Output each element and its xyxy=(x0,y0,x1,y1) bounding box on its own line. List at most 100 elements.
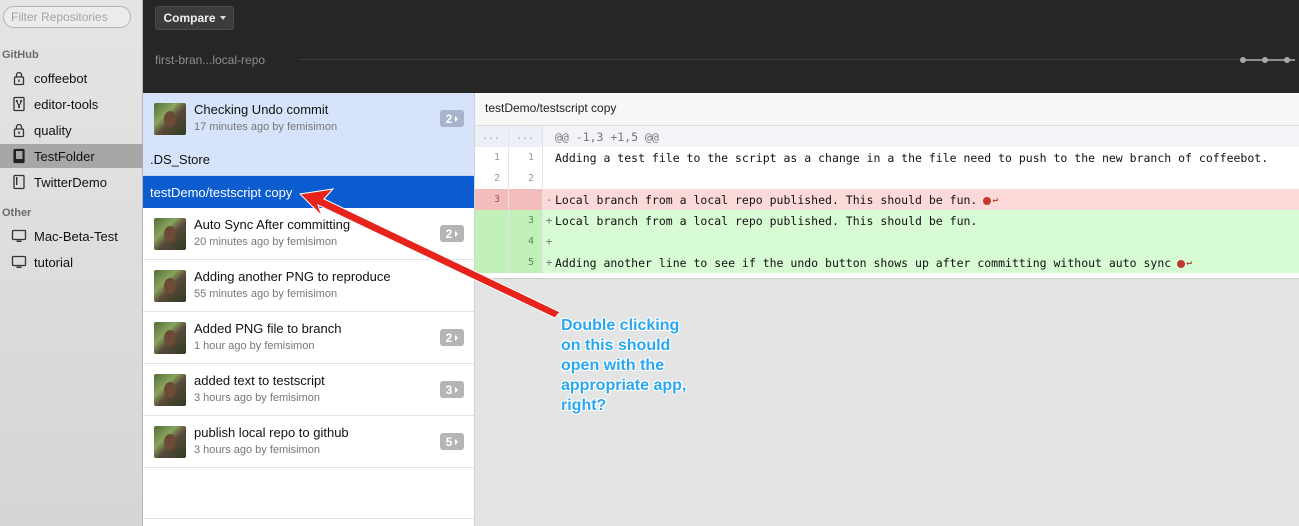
diff-line-context[interactable]: 1 1 Adding a test file to the script as … xyxy=(475,147,1299,168)
diff-file-title: testDemo/testscript copy xyxy=(475,93,1299,126)
diff-hunk-header: ... ... @@ -1,3 +1,5 @@ xyxy=(475,126,1299,147)
old-line-number: 3 xyxy=(475,189,509,210)
commit-row[interactable]: Adding another PNG to reproduce 55 minut… xyxy=(143,260,474,312)
commit-meta: 55 minutes ago by femisimon xyxy=(194,288,338,300)
changed-file-item-selected[interactable]: testDemo/testscript copy xyxy=(143,176,474,208)
commit-meta: 20 minutes ago by femisimon xyxy=(194,236,338,248)
sidebar-item-label: editor-tools xyxy=(34,96,99,112)
chevron-down-icon xyxy=(219,16,226,20)
avatar xyxy=(154,426,186,458)
compare-button-label: Compare xyxy=(163,11,216,25)
commit-row[interactable]: added text to testscript 3 hours ago by … xyxy=(143,364,474,416)
sidebar-item-twitterdemo[interactable]: TwitterDemo xyxy=(0,170,143,194)
changed-files-badge[interactable]: 3 xyxy=(440,381,464,398)
changed-file-name: .DS_Store xyxy=(150,152,210,167)
timeline-commit-dot[interactable] xyxy=(1262,57,1268,63)
diff-line-added[interactable]: 5 + Adding another line to see if the un… xyxy=(475,252,1299,273)
section-label-other: Other xyxy=(2,207,32,219)
avatar xyxy=(154,374,186,406)
sidebar-item-label: TestFolder xyxy=(34,148,95,164)
changed-files-count: 2 xyxy=(445,111,453,126)
branch-comparison-label: first-bran...local-repo xyxy=(155,53,266,67)
diff-line-added[interactable]: 4 + xyxy=(475,231,1299,252)
no-newline-icon xyxy=(983,196,992,205)
avatar xyxy=(154,322,186,354)
annotation-text: Double clicking on this should open with… xyxy=(561,317,687,414)
changed-file-item[interactable]: .DS_Store xyxy=(143,144,474,176)
old-line-number: 1 xyxy=(475,147,509,168)
section-label-github: GitHub xyxy=(2,49,39,61)
compare-button[interactable]: Compare xyxy=(155,6,234,30)
diff-line-text: Local branch from a local repo published… xyxy=(555,213,978,228)
commit-row[interactable]: Added PNG file to branch 1 hour ago by f… xyxy=(143,312,474,364)
changed-files-badge[interactable]: 2 xyxy=(440,225,464,242)
sidebar-item-label: tutorial xyxy=(34,254,74,270)
timeline-commit-dot[interactable] xyxy=(1240,57,1246,63)
diff-body: ... ... @@ -1,3 +1,5 @@ 1 1 Adding a tes… xyxy=(475,126,1299,279)
old-line-number xyxy=(475,210,509,231)
commit-meta: 17 minutes ago by femisimon xyxy=(194,121,338,133)
commit-meta: 1 hour ago by femisimon xyxy=(194,340,315,352)
commit-list: Checking Undo commit 17 minutes ago by f… xyxy=(143,93,475,526)
chevron-down-icon xyxy=(455,115,459,122)
sidebar-item-testfolder[interactable]: TestFolder xyxy=(0,144,143,168)
sidebar-item-tutorial[interactable]: tutorial xyxy=(0,250,143,274)
commit-meta: 3 hours ago by femisimon xyxy=(194,444,320,456)
sidebar-item-coffeebot[interactable]: coffeebot xyxy=(0,66,143,90)
new-line-number: 5 xyxy=(509,252,543,273)
lock-icon xyxy=(10,69,28,87)
commit-title: added text to testscript xyxy=(194,373,325,388)
old-line-number xyxy=(475,231,509,252)
changed-files-count: 3 xyxy=(445,382,453,397)
sidebar-item-mac-beta-test[interactable]: Mac-Beta-Test xyxy=(0,224,143,248)
return-icon: ↵ xyxy=(1186,257,1192,268)
diff-line-context[interactable]: 2 2 xyxy=(475,168,1299,189)
repo-book-icon xyxy=(10,173,28,191)
changed-files-count: 5 xyxy=(445,434,453,449)
diff-pane: testDemo/testscript copy ... ... @@ -1,3… xyxy=(475,93,1299,526)
new-line-number: 3 xyxy=(509,210,543,231)
new-line-number: 1 xyxy=(509,147,543,168)
commit-row[interactable]: publish local repo to github 3 hours ago… xyxy=(143,416,474,468)
diff-line-deleted[interactable]: 3 - Local branch from a local repo publi… xyxy=(475,189,1299,210)
avatar xyxy=(154,270,186,302)
changed-files-badge[interactable]: 5 xyxy=(440,433,464,450)
new-line-number: 2 xyxy=(509,168,543,189)
computer-icon xyxy=(10,253,28,271)
commit-row[interactable]: Auto Sync After committing 20 minutes ag… xyxy=(143,208,474,260)
hunk-header-text: @@ -1,3 +1,5 @@ xyxy=(555,129,659,144)
history-timeline[interactable] xyxy=(300,59,1245,60)
sidebar-item-label: Mac-Beta-Test xyxy=(34,228,118,244)
commit-title: Added PNG file to branch xyxy=(194,321,342,336)
lock-icon xyxy=(10,121,28,139)
commit-title: Checking Undo commit xyxy=(194,102,329,117)
diff-line-text: Local branch from a local repo published… xyxy=(555,192,978,207)
commit-row[interactable]: Checking Undo commit 17 minutes ago by f… xyxy=(143,93,474,145)
computer-icon xyxy=(10,227,28,245)
changed-files-count: 2 xyxy=(445,226,453,241)
avatar xyxy=(154,218,186,250)
sidebar-item-label: coffeebot xyxy=(34,70,88,86)
new-line-number xyxy=(509,189,543,210)
filter-repositories-input[interactable] xyxy=(3,6,131,28)
changed-files-badge[interactable]: 2 xyxy=(440,110,464,127)
new-line-number: 4 xyxy=(509,231,543,252)
avatar xyxy=(154,103,186,135)
return-icon: ↵ xyxy=(992,194,998,205)
diff-line-text: Adding another line to see if the undo b… xyxy=(555,255,1172,270)
sidebar-item-label: quality xyxy=(34,122,72,138)
repo-forked-icon xyxy=(10,95,28,113)
sidebar-item-editor-tools[interactable]: editor-tools xyxy=(0,92,143,116)
diff-line-text: Adding a test file to the script as a ch… xyxy=(555,150,1269,165)
chevron-right-icon xyxy=(455,334,459,341)
repo-book-icon xyxy=(10,147,28,165)
old-line-number: ... xyxy=(475,126,509,147)
changed-files-count: 2 xyxy=(445,330,453,345)
sidebar-item-quality[interactable]: quality xyxy=(0,118,143,142)
diff-line-added[interactable]: 3 + Local branch from a local repo publi… xyxy=(475,210,1299,231)
commit-title: Auto Sync After committing xyxy=(194,217,351,232)
commit-meta: 3 hours ago by femisimon xyxy=(194,392,320,404)
timeline-commit-dot[interactable] xyxy=(1284,57,1290,63)
chevron-right-icon xyxy=(455,386,459,393)
changed-files-badge[interactable]: 2 xyxy=(440,329,464,346)
